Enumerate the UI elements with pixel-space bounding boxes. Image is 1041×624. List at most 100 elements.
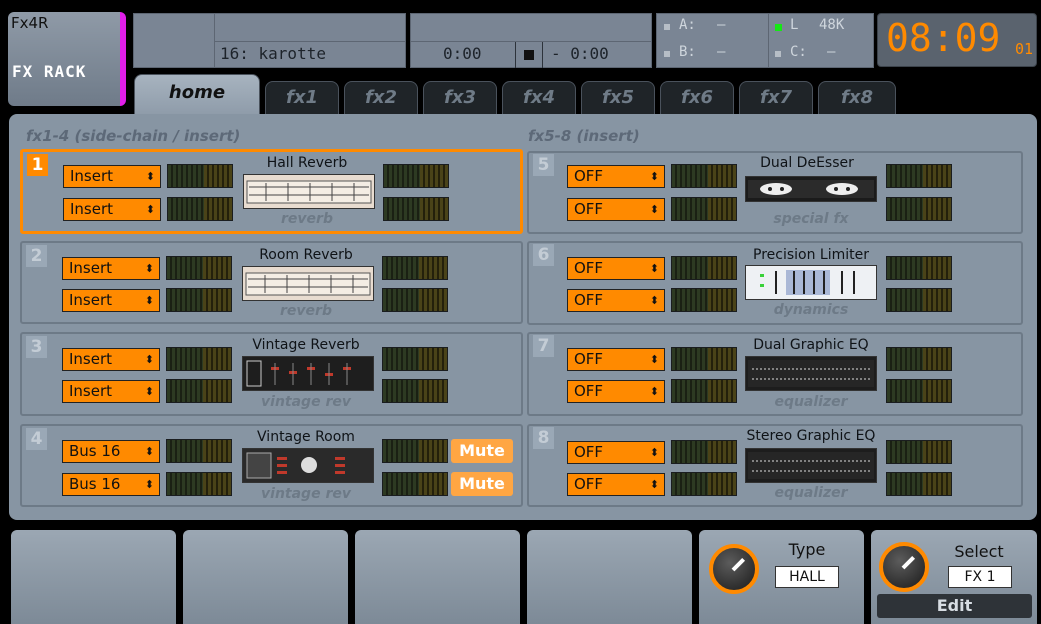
show-box[interactable]: 16: karotte (133, 13, 406, 68)
effect-name: Hall Reverb (266, 155, 348, 171)
input-select-2[interactable]: Insert ⬍ (62, 380, 160, 403)
slot-number: 8 (533, 427, 554, 449)
fx-slot-7[interactable]: 7 OFF ⬍ OFF ⬍ Dual Graphic EQ equalizer (527, 332, 1023, 416)
tab-fx1[interactable]: fx1 (265, 81, 339, 114)
input-select-1[interactable]: OFF ⬍ (567, 165, 665, 188)
input-select-1[interactable]: Insert ⬍ (62, 257, 160, 280)
input-select-2[interactable]: Insert ⬍ (63, 198, 161, 221)
input-meter-2 (671, 288, 737, 312)
type-label: Type (788, 540, 826, 559)
status-a-value: – (717, 17, 726, 33)
select-knob[interactable] (879, 542, 929, 592)
soft-key-4[interactable] (527, 530, 692, 624)
edit-button[interactable]: Edit (877, 594, 1032, 618)
soft-key-2[interactable] (183, 530, 348, 624)
soft-key-1[interactable] (11, 530, 176, 624)
dropdown-value: OFF (574, 475, 604, 493)
tab-fx5[interactable]: fx5 (581, 81, 655, 114)
effect-name: Stereo Graphic EQ (746, 428, 876, 444)
input-select-2[interactable]: Bus 16 ⬍ (62, 473, 160, 496)
input-select-2[interactable]: OFF ⬍ (567, 289, 665, 312)
fx-slot-3[interactable]: 3 Insert ⬍ Insert ⬍ Vintage Reverb vintage… (20, 332, 523, 416)
input-select-1[interactable]: OFF ⬍ (567, 348, 665, 371)
input-select-1[interactable]: OFF ⬍ (567, 441, 665, 464)
time-remaining: - 0:00 (551, 44, 609, 63)
input-meter-1 (167, 164, 233, 188)
input-select-2[interactable]: OFF ⬍ (567, 380, 665, 403)
effect-thumbnail[interactable] (242, 356, 374, 391)
updown-icon: ⬍ (144, 478, 154, 491)
fx-slot-8[interactable]: 8 OFF ⬍ OFF ⬍ Stereo Graphic EQ equalizer (527, 424, 1023, 507)
slot-number: 6 (533, 244, 554, 266)
type-control[interactable]: Type HALL (699, 530, 864, 624)
effect-thumbnail[interactable] (242, 448, 374, 483)
updown-icon: ⬍ (649, 478, 659, 491)
soft-key-3[interactable] (355, 530, 520, 624)
updown-icon: ⬍ (144, 353, 154, 366)
output-meter-2 (886, 472, 952, 496)
updown-icon: ⬍ (649, 353, 659, 366)
effect-category: special fx (773, 211, 849, 227)
stop-icon[interactable] (524, 50, 534, 60)
output-meter-1 (886, 440, 952, 464)
output-meter-1 (383, 164, 449, 188)
input-select-1[interactable]: Insert ⬍ (63, 165, 161, 188)
tab-fx6[interactable]: fx6 (660, 81, 734, 114)
effect-thumbnail[interactable] (745, 448, 877, 483)
effect-name: Room Reverb (259, 247, 353, 263)
mute-button-1[interactable]: Mute (451, 439, 513, 463)
input-select-2[interactable]: OFF ⬍ (567, 473, 665, 496)
type-knob[interactable] (709, 544, 759, 594)
updown-icon: ⬍ (144, 385, 154, 398)
time-elapsed: 0:00 (443, 44, 482, 63)
fx-slot-5[interactable]: 5 OFF ⬍ OFF ⬍ Dual DeEsser special fx (527, 151, 1023, 234)
fx-slot-6[interactable]: 6 OFF ⬍ OFF ⬍ Precision Limiter dynamics (527, 241, 1023, 325)
mute-button-2[interactable]: Mute (451, 472, 513, 496)
input-select-2[interactable]: Insert ⬍ (62, 289, 160, 312)
tab-fx3[interactable]: fx3 (423, 81, 497, 114)
effect-thumbnail[interactable] (745, 265, 877, 300)
transport-box[interactable]: 0:00 - 0:00 (410, 13, 652, 68)
status-c-label: C: (790, 44, 807, 60)
input-select-1[interactable]: Insert ⬍ (62, 348, 160, 371)
dropdown-value: OFF (574, 291, 604, 309)
effect-thumbnail[interactable] (745, 356, 877, 391)
clock-time: 08:09 (886, 16, 1001, 60)
input-select-1[interactable]: OFF ⬍ (567, 257, 665, 280)
input-select-1[interactable]: Bus 16 ⬍ (62, 440, 160, 463)
effect-thumbnail[interactable] (242, 266, 374, 301)
input-select-2[interactable]: OFF ⬍ (567, 198, 665, 221)
slot-number: 7 (533, 335, 554, 357)
tab-fx7[interactable]: fx7 (739, 81, 813, 114)
app-logo: Fx4R FX RACK (8, 12, 126, 106)
effect-thumbnail[interactable] (243, 174, 375, 209)
dropdown-value: OFF (574, 200, 604, 218)
output-meter-1 (886, 164, 952, 188)
input-meter-1 (671, 440, 737, 464)
tab-fx2[interactable]: fx2 (344, 81, 418, 114)
input-meter-1 (671, 256, 737, 280)
updown-icon: ⬍ (144, 262, 154, 275)
select-control[interactable]: Select FX 1 Edit (871, 530, 1037, 624)
status-c-value: – (827, 44, 836, 60)
tab-fx4[interactable]: fx4 (502, 81, 576, 114)
status-c-led (775, 51, 781, 57)
input-meter-2 (671, 472, 737, 496)
updown-icon: ⬍ (145, 203, 155, 216)
fx-slot-1[interactable]: 1 Insert ⬍ Insert ⬍ Hall Reverb reverb (20, 149, 523, 234)
clock-frames: 01 (1015, 40, 1034, 58)
type-value: HALL (775, 566, 839, 588)
updown-icon: ⬍ (145, 170, 155, 183)
tab-fx8[interactable]: fx8 (818, 81, 896, 114)
fx-slot-2[interactable]: 2 Insert ⬍ Insert ⬍ Room Reverb reverb (20, 241, 523, 324)
effect-category: equalizer (774, 485, 848, 501)
effect-name: Dual Graphic EQ (753, 337, 869, 353)
effect-category: vintage rev (261, 394, 351, 410)
slot-number: 1 (27, 154, 48, 176)
tab-home[interactable]: home (134, 74, 260, 114)
dropdown-value: Insert (70, 167, 114, 185)
output-meter-1 (382, 256, 448, 280)
fx-slot-4[interactable]: 4 Bus 16 ⬍ Bus 16 ⬍ Vintage Room vintage r… (20, 424, 523, 507)
effect-thumbnail[interactable] (745, 176, 877, 202)
output-meter-1 (382, 439, 448, 463)
